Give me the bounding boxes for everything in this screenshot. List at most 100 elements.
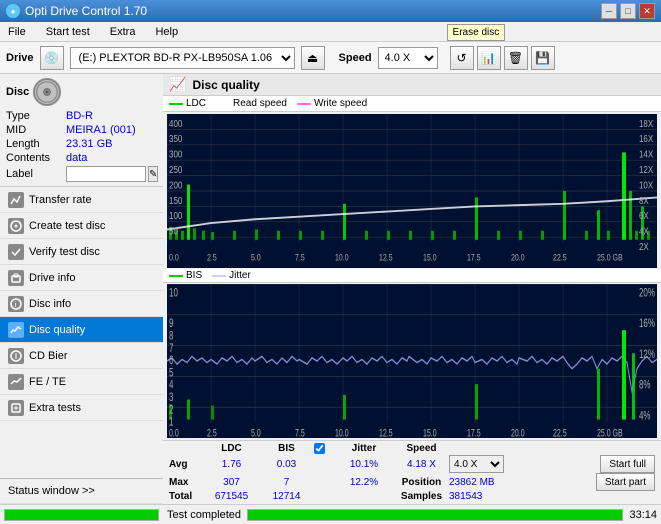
svg-text:2: 2	[169, 404, 174, 417]
transfer-rate-icon	[8, 192, 24, 208]
svg-text:0.0: 0.0	[169, 427, 179, 438]
label-input[interactable]	[66, 166, 146, 182]
svg-text:4: 4	[169, 379, 174, 392]
sidebar-nav: Transfer rate Create test disc Verify te…	[0, 187, 163, 504]
stats-avg-row: Avg 1.76 0.03 10.1% 4.18 X 4.0 X Start f…	[169, 455, 655, 473]
svg-text:8: 8	[169, 330, 174, 343]
contents-value: data	[66, 152, 87, 164]
sidebar-item-create-test-disc[interactable]: Create test disc	[0, 213, 163, 239]
sidebar-item-transfer-rate[interactable]: Transfer rate	[0, 187, 163, 213]
extra-tests-icon	[8, 400, 24, 416]
svg-text:15.0: 15.0	[423, 427, 437, 438]
sidebar-bottom	[0, 504, 163, 524]
disc-quality-label: Disc quality	[29, 324, 85, 336]
sidebar: Disc Type BD-R MID MEIRA1 (001) Length	[0, 74, 163, 524]
top-chart: 400 350 300 250 200 150 100 50 18X 16X 1…	[167, 114, 657, 268]
sidebar-item-disc-info[interactable]: i Disc info	[0, 291, 163, 317]
bottom-legend: BIS Jitter	[163, 269, 661, 283]
progress-bar	[247, 509, 623, 521]
start-full-button[interactable]: Start full	[600, 455, 655, 473]
bis-label: BIS	[186, 270, 202, 281]
position-label: Position	[394, 477, 449, 488]
mid-label: MID	[6, 124, 66, 136]
eject-button[interactable]: ⏏	[301, 46, 325, 70]
stats-bar: LDC BIS Jitter Speed Avg 1.76 0.03 10.1%	[163, 440, 661, 504]
menu-file[interactable]: File	[4, 24, 30, 40]
erase-button[interactable]: 🗑	[504, 46, 528, 70]
drive-select[interactable]: (E:) PLEXTOR BD-R PX-LB950SA 1.06	[70, 47, 295, 69]
close-button[interactable]: ✕	[639, 3, 655, 19]
sidebar-item-fe-te[interactable]: FE / TE	[0, 369, 163, 395]
svg-text:16%: 16%	[639, 318, 655, 331]
svg-text:20%: 20%	[639, 287, 655, 300]
main-content: Disc Type BD-R MID MEIRA1 (001) Length	[0, 74, 661, 524]
avg-jitter: 10.1%	[334, 459, 394, 470]
ldc-label: LDC	[186, 98, 206, 109]
drive-info-label: Drive info	[29, 272, 75, 284]
chart-header: 📈 Disc quality	[163, 74, 661, 96]
svg-text:0.0: 0.0	[169, 252, 179, 262]
svg-text:2.5: 2.5	[207, 427, 217, 438]
speed-select-stats[interactable]: 4.0 X	[449, 455, 504, 473]
mid-value: MEIRA1 (001)	[66, 124, 136, 136]
legend-read-speed: Read speed	[216, 98, 287, 109]
refresh-button[interactable]: ↺	[450, 46, 474, 70]
svg-text:12.5: 12.5	[379, 427, 393, 438]
svg-text:16X: 16X	[639, 133, 653, 144]
svg-text:25.0 GB: 25.0 GB	[597, 252, 623, 262]
label-edit-button[interactable]: ✎	[148, 166, 158, 182]
sidebar-item-drive-info[interactable]: Drive info	[0, 265, 163, 291]
settings-button[interactable]: 💾	[531, 46, 555, 70]
disc-quality-button[interactable]: 📊	[477, 46, 501, 70]
avg-ldc: 1.76	[204, 459, 259, 470]
status-window-button[interactable]: Status window >>	[0, 478, 163, 504]
bis-color	[169, 275, 183, 277]
bottom-chart-svg: 10 9 8 7 6 5 4 3 2 1 20% 16% 12% 8% 4% 0…	[167, 284, 657, 438]
main-panel: 📈 Disc quality LDC Read speed Write spee…	[163, 74, 661, 524]
toolbar: Drive 💿 (E:) PLEXTOR BD-R PX-LB950SA 1.0…	[0, 42, 661, 74]
svg-text:100: 100	[169, 210, 182, 221]
speed-select[interactable]: 4.0 X	[378, 47, 438, 69]
bottom-status-bar: Test completed 33:14	[163, 504, 661, 524]
bis-header: BIS	[259, 443, 314, 454]
maximize-button[interactable]: □	[620, 3, 636, 19]
samples-value: 381543	[449, 491, 655, 502]
minimize-button[interactable]: ─	[601, 3, 617, 19]
svg-text:17.5: 17.5	[467, 252, 481, 262]
svg-text:15.0: 15.0	[423, 252, 437, 262]
svg-text:20.0: 20.0	[511, 252, 525, 262]
menu-extra[interactable]: Extra	[106, 24, 140, 40]
ldc-header: LDC	[204, 443, 259, 454]
max-jitter: 12.2%	[334, 477, 394, 488]
length-label: Length	[6, 138, 66, 150]
svg-text:6: 6	[169, 355, 174, 368]
create-test-disc-icon	[8, 218, 24, 234]
title-bar: ● Opti Drive Control 1.70 ─ □ ✕	[0, 0, 661, 22]
disc-panel: Disc Type BD-R MID MEIRA1 (001) Length	[0, 74, 163, 187]
stats-header-row: LDC BIS Jitter Speed	[169, 443, 655, 454]
svg-text:350: 350	[169, 133, 182, 144]
sidebar-item-disc-quality[interactable]: Disc quality	[0, 317, 163, 343]
disc-mid-row: MID MEIRA1 (001)	[6, 124, 157, 136]
legend-bis: BIS	[169, 270, 202, 281]
menu-start-test[interactable]: Start test	[42, 24, 94, 40]
menu-bar: File Start test Extra Help	[0, 22, 661, 42]
jitter-header: Jitter	[334, 443, 394, 454]
menu-help[interactable]: Help	[151, 24, 182, 40]
svg-text:9: 9	[169, 318, 174, 331]
svg-text:7.5: 7.5	[295, 252, 305, 262]
verify-test-disc-icon	[8, 244, 24, 260]
svg-text:4X: 4X	[639, 226, 649, 237]
total-ldc: 671545	[204, 491, 259, 502]
avg-bis: 0.03	[259, 459, 314, 470]
svg-text:2.5: 2.5	[207, 252, 217, 262]
fe-te-icon	[8, 374, 24, 390]
speed-header: Speed	[394, 443, 449, 454]
total-label: Total	[169, 491, 204, 502]
sidebar-item-verify-test-disc[interactable]: Verify test disc	[0, 239, 163, 265]
toolbar-right-icons: ↺ 📊 Erase disc 🗑 💾	[450, 46, 555, 70]
start-part-button[interactable]: Start part	[596, 473, 655, 491]
sidebar-item-extra-tests[interactable]: Extra tests	[0, 395, 163, 421]
jitter-checkbox[interactable]	[314, 443, 325, 454]
sidebar-item-cd-bier[interactable]: CD Bier	[0, 343, 163, 369]
